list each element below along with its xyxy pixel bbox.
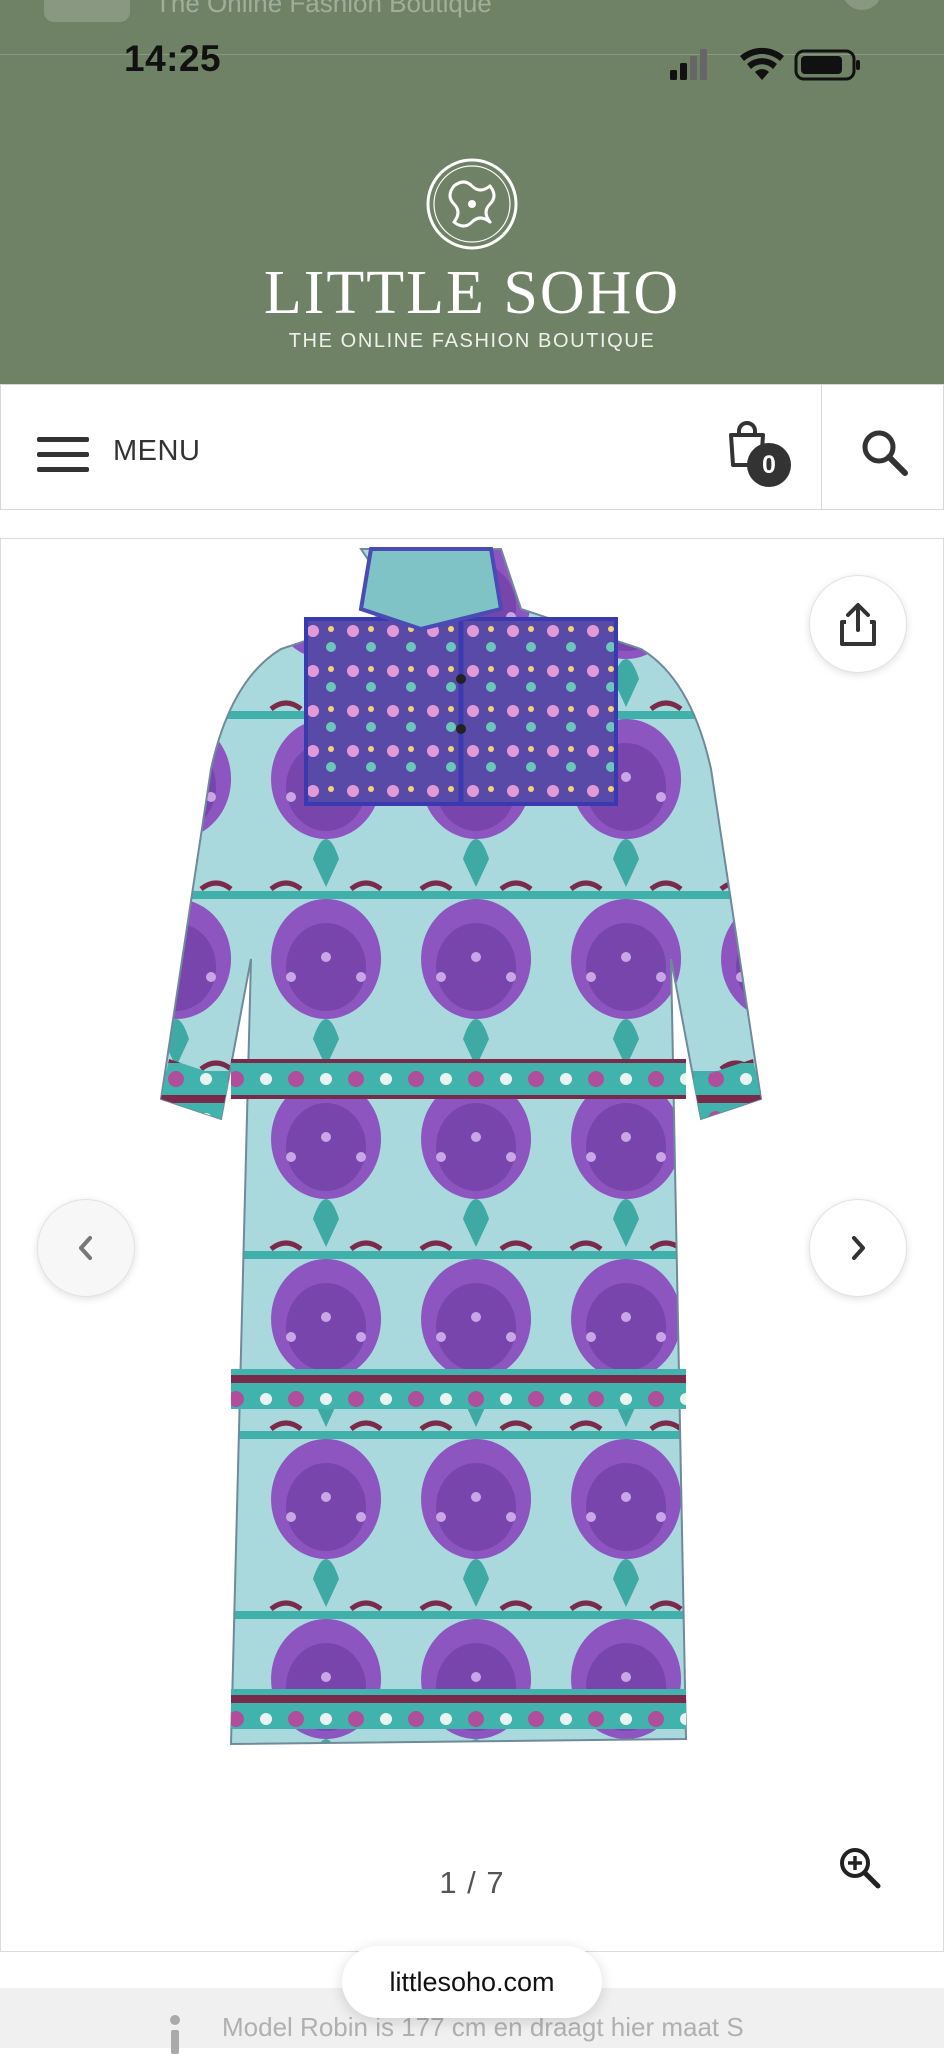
- hamburger-icon: [37, 437, 89, 472]
- status-icons: [670, 47, 860, 81]
- menu-button[interactable]: MENU: [37, 433, 227, 477]
- chevron-left-icon: [79, 1236, 92, 1260]
- browser-url-bar[interactable]: littlesoho.com: [342, 1946, 602, 2018]
- product-image-peacock-dress[interactable]: [101, 539, 861, 1759]
- main-nav: MENU 0: [0, 384, 944, 510]
- wifi-icon: [740, 47, 784, 80]
- nav-divider: [821, 385, 822, 509]
- product-gallery[interactable]: 1 / 7: [0, 538, 944, 1952]
- tab-close-icon[interactable]: [842, 0, 882, 10]
- zoom-in-icon[interactable]: [837, 1845, 881, 1889]
- search-icon[interactable]: [857, 425, 913, 481]
- image-counter: 1 / 7: [439, 1865, 505, 1900]
- battery-icon: [794, 49, 860, 81]
- share-icon: [840, 603, 876, 646]
- brand-tagline: THE ONLINE FASHION BOUTIQUE: [288, 330, 656, 352]
- cellular-signal-icon: [670, 49, 707, 80]
- menu-label: MENU: [113, 435, 201, 467]
- info-icon: [170, 2015, 180, 2054]
- status-time: 14:25: [124, 38, 222, 79]
- chevron-right-icon: [852, 1236, 865, 1260]
- tab-thumbnail[interactable]: [44, 0, 130, 22]
- next-image-button[interactable]: [809, 1199, 907, 1297]
- brand-name[interactable]: LITTLE SOHO: [0, 258, 944, 328]
- previous-tab-title[interactable]: The Online Fashion Boutique: [155, 0, 492, 19]
- site-header: The Online Fashion Boutique 14:25 LITTLE…: [0, 0, 944, 384]
- share-button[interactable]: [809, 575, 907, 673]
- previous-image-button[interactable]: [37, 1199, 135, 1297]
- cart-count-badge: 0: [747, 443, 791, 487]
- little-soho-logo-icon[interactable]: [424, 156, 520, 252]
- cart-button[interactable]: 0: [713, 415, 813, 495]
